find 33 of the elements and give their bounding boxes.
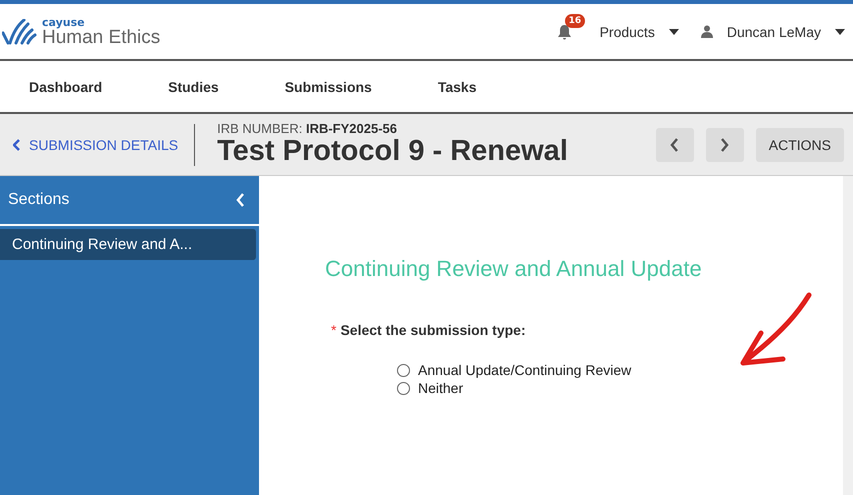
product-name: Human Ethics: [42, 28, 160, 46]
nav-link[interactable]: Dashboard: [29, 78, 102, 94]
sidebar-item[interactable]: Continuing Review and A...: [0, 229, 256, 260]
bell-icon[interactable]: [556, 24, 572, 40]
brand-name: cayuse: [42, 16, 85, 28]
radio-button[interactable]: [397, 382, 410, 394]
irb-number: IRB NUMBER: IRB-FY2025-56: [217, 121, 398, 136]
nav-link[interactable]: Submissions: [284, 78, 372, 94]
nav-link[interactable]: Tasks: [438, 78, 477, 94]
next-button[interactable]: [706, 128, 744, 162]
chevron-right-icon: [720, 138, 730, 152]
chevron-left-icon: [670, 138, 680, 152]
section-heading: Continuing Review and Annual Update: [325, 256, 703, 282]
logo-icon: [2, 18, 38, 44]
back-link[interactable]: SUBMISSION DETAILS: [0, 124, 196, 166]
option-label[interactable]: Neither: [418, 380, 464, 396]
page-title: Test Protocol 9 - Renewal: [217, 136, 568, 168]
chevron-left-icon: [13, 138, 21, 150]
nav-link[interactable]: Studies: [168, 78, 219, 94]
products-menu[interactable]: Products: [600, 24, 679, 40]
collapse-icon[interactable]: [236, 193, 245, 207]
user-icon: [700, 25, 713, 38]
option-label[interactable]: Annual Update/Continuing Review: [418, 362, 632, 378]
sidebar-title: Sections: [8, 191, 70, 209]
previous-button[interactable]: [656, 128, 694, 162]
notification-badge: 16: [564, 14, 586, 28]
radio-button[interactable]: [397, 364, 410, 376]
question-label: Select the submission type:: [340, 322, 526, 338]
required-mark: *: [331, 322, 336, 338]
user-menu[interactable]: Duncan LeMay: [726, 24, 821, 40]
actions-button[interactable]: ACTIONS: [756, 128, 844, 162]
caret-icon: [835, 28, 845, 34]
caret-icon: [668, 28, 679, 34]
